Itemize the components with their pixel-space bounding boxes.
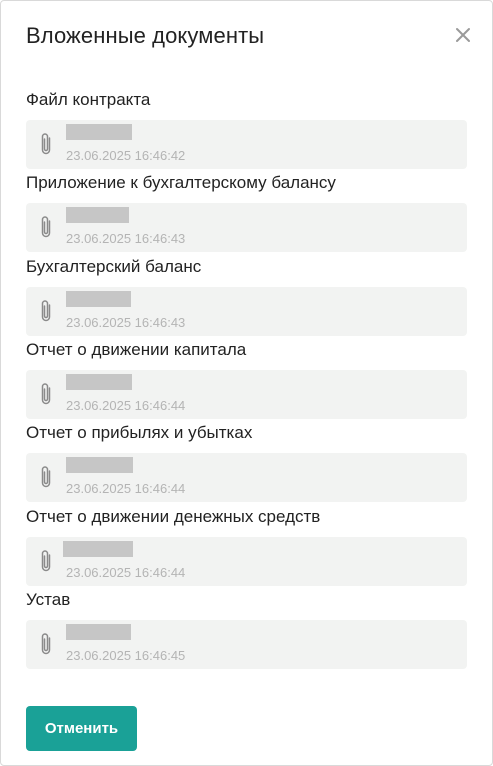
paperclip-icon	[41, 550, 51, 572]
file-name-redacted[interactable]	[66, 624, 131, 640]
file-upload-date: 23.06.2025 16:46:44	[66, 565, 186, 580]
cancel-button[interactable]: Отменить	[26, 706, 137, 751]
document-label: Устав	[26, 590, 71, 609]
file-name-redacted[interactable]	[63, 541, 133, 557]
file-upload-date: 23.06.2025 16:46:45	[66, 648, 186, 663]
document-label: Файл контракта	[26, 90, 151, 109]
close-icon	[456, 28, 470, 42]
attached-file-card[interactable]: 23.06.2025 16:46:43	[26, 203, 467, 252]
attached-file-card[interactable]: 23.06.2025 16:46:43	[26, 287, 467, 336]
file-upload-date: 23.06.2025 16:46:44	[66, 481, 186, 496]
paperclip-icon	[41, 300, 51, 322]
dialog-title: Вложенные документы	[26, 23, 265, 48]
document-label: Отчет о движении капитала	[26, 340, 247, 359]
file-upload-date: 23.06.2025 16:46:44	[66, 398, 186, 413]
paperclip-icon	[41, 383, 51, 405]
attached-file-card[interactable]: 23.06.2025 16:46:44	[26, 537, 467, 586]
document-label: Отчет о прибылях и убытках	[26, 423, 253, 442]
file-name-redacted[interactable]	[66, 124, 132, 140]
paperclip-icon	[41, 633, 51, 655]
paperclip-icon	[41, 133, 51, 155]
document-label: Отчет о движении денежных средств	[26, 507, 321, 526]
close-button[interactable]	[452, 24, 474, 46]
attached-file-card[interactable]: 23.06.2025 16:46:44	[26, 453, 467, 502]
paperclip-icon	[41, 466, 51, 488]
attached-file-card[interactable]: 23.06.2025 16:46:45	[26, 620, 467, 669]
attached-file-card[interactable]: 23.06.2025 16:46:42	[26, 120, 467, 169]
paperclip-icon	[41, 216, 51, 238]
file-upload-date: 23.06.2025 16:46:42	[66, 148, 186, 163]
file-name-redacted[interactable]	[66, 457, 133, 473]
file-name-redacted[interactable]	[66, 374, 132, 390]
attached-documents-dialog: Вложенные документы Файл контракта 23.06…	[0, 0, 493, 766]
attached-file-card[interactable]: 23.06.2025 16:46:44	[26, 370, 467, 419]
file-upload-date: 23.06.2025 16:46:43	[66, 315, 186, 330]
document-label: Бухгалтерский баланс	[26, 257, 202, 276]
document-label: Приложение к бухгалтерскому балансу	[26, 173, 336, 192]
file-name-redacted[interactable]	[66, 207, 129, 223]
file-upload-date: 23.06.2025 16:46:43	[66, 231, 186, 246]
file-name-redacted[interactable]	[66, 291, 131, 307]
